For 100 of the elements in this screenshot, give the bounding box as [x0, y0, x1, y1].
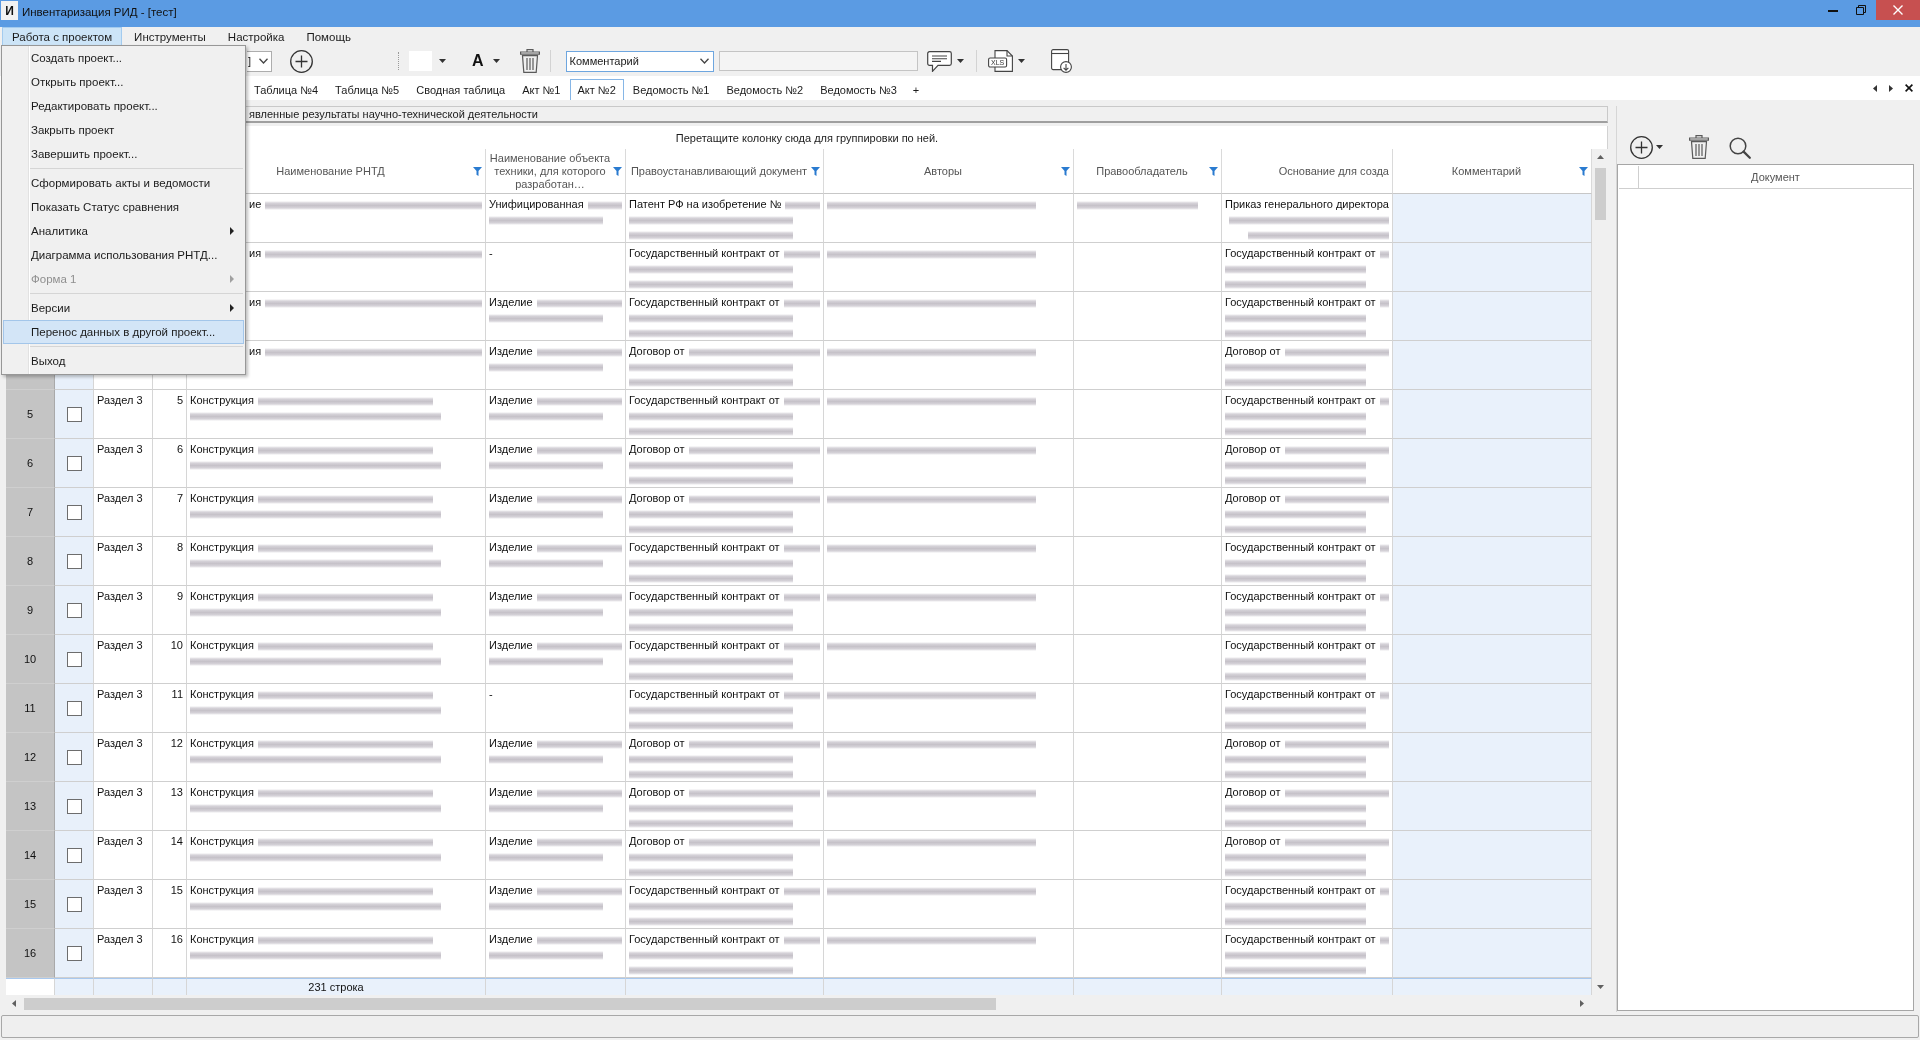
caret-icon[interactable]: [492, 59, 500, 63]
combo-box[interactable]: Комментарий: [565, 50, 714, 72]
checkbox[interactable]: [66, 945, 82, 961]
cell-text: Договор от: [629, 491, 685, 506]
cell-text: 7: [176, 491, 183, 506]
tab[interactable]: Таблица №5: [327, 79, 408, 100]
scroll-right-icon[interactable]: [1889, 84, 1893, 92]
menu-item[interactable]: Выход: [3, 349, 244, 373]
font-color-button[interactable]: A: [472, 52, 484, 70]
menu-item[interactable]: Аналитика: [3, 219, 244, 243]
tab[interactable]: Ведомость №2: [718, 79, 812, 100]
menu-item[interactable]: Перенос данных в другой проект...: [3, 320, 244, 344]
checkbox[interactable]: [66, 700, 82, 716]
row-number: 13: [23, 798, 37, 814]
checkbox[interactable]: [66, 749, 82, 765]
column-header[interactable]: Комментарий: [1451, 164, 1522, 178]
column-header[interactable]: Наименование РНТД: [276, 164, 385, 178]
menu-item[interactable]: Редактировать проект...: [3, 94, 244, 118]
scrollbar-thumb[interactable]: [24, 997, 996, 1010]
cell-text: Государственный контракт от: [629, 540, 780, 555]
filter-icon[interactable]: [1061, 166, 1070, 176]
cell-text: Раздел 3: [97, 638, 143, 653]
cell-text: 6: [176, 442, 183, 457]
close-icon[interactable]: [1905, 84, 1913, 92]
scroll-up-icon[interactable]: [1596, 155, 1604, 159]
scroll-left-icon[interactable]: [1873, 84, 1877, 92]
scroll-right-icon[interactable]: [1580, 1000, 1584, 1007]
tab[interactable]: Акт №2: [569, 79, 624, 100]
menu-item[interactable]: Закрыть проект: [3, 118, 244, 142]
blurred-text: [783, 296, 820, 309]
scroll-down-icon[interactable]: [1596, 985, 1604, 989]
cell-text: 13: [170, 785, 183, 800]
blurred-text: [783, 933, 820, 946]
cell-text: 16: [170, 932, 183, 947]
filter-icon[interactable]: [473, 166, 482, 176]
trash-icon[interactable]: [519, 49, 540, 73]
caret-icon[interactable]: [1017, 59, 1025, 63]
menu-item[interactable]: Завершить проект...: [3, 142, 244, 166]
filter-icon[interactable]: [1209, 166, 1218, 176]
plus-circle-icon[interactable]: [1630, 136, 1653, 159]
column-header[interactable]: Авторы: [924, 164, 962, 178]
column-header[interactable]: Наименование объекта техники, для которого разработан…: [489, 151, 611, 191]
filter-icon[interactable]: [1579, 166, 1588, 176]
chevron-down-icon: [259, 58, 268, 64]
blurred-text: [1379, 541, 1389, 554]
speech-bubble-icon[interactable]: [926, 50, 952, 72]
tab[interactable]: Таблица №4: [246, 79, 327, 100]
cell-text: Государственный контракт от: [1225, 589, 1376, 604]
blurred-text: [785, 198, 820, 211]
menu-item[interactable]: Сформировать акты и ведомости: [3, 171, 244, 195]
window-title: Инвентаризация РИД - [тест]: [22, 5, 177, 20]
cell-text: Государственный контракт от: [1225, 393, 1376, 408]
submenu-arrow-icon: [230, 275, 234, 283]
filter-icon[interactable]: [811, 166, 820, 176]
cell-text: Договор от: [629, 344, 685, 359]
restore-icon[interactable]: [1856, 5, 1866, 15]
tab[interactable]: Ведомость №3: [812, 79, 905, 100]
checkbox[interactable]: [66, 553, 82, 569]
caret-icon[interactable]: [1656, 145, 1663, 149]
menu-item[interactable]: Создать проект...: [3, 46, 244, 70]
combo-box[interactable]: ]: [247, 50, 272, 72]
cell-text: Государственный контракт от: [1225, 883, 1376, 898]
trash-icon[interactable]: [1689, 135, 1709, 159]
caret-icon[interactable]: [956, 59, 964, 63]
checkbox[interactable]: [66, 798, 82, 814]
menu-item[interactable]: Показать Статус сравнения: [3, 195, 244, 219]
checkbox[interactable]: [66, 455, 82, 471]
add-tab-button[interactable]: +: [905, 79, 927, 100]
cell-text: Изделие: [489, 393, 533, 408]
cell-text: ия: [249, 344, 262, 359]
group-hint: Перетащите колонку сюда для группировки по ней.: [675, 131, 939, 144]
checkbox[interactable]: [66, 504, 82, 520]
menu-item[interactable]: Диаграмма использования РНТД...: [3, 243, 244, 267]
blurred-text: [1379, 247, 1389, 260]
scrollbar-thumb[interactable]: [1594, 168, 1606, 220]
book-download-icon[interactable]: [1050, 49, 1072, 73]
app-icon: И: [1, 1, 18, 20]
caret-icon[interactable]: [439, 59, 446, 63]
column-header[interactable]: Документ: [1751, 171, 1800, 183]
menu-item[interactable]: Открыть проект...: [3, 70, 244, 94]
checkbox[interactable]: [66, 896, 82, 912]
blurred-text: [1379, 933, 1389, 946]
scroll-left-icon[interactable]: [12, 1000, 16, 1007]
cell-text: Изделие: [489, 442, 533, 457]
filter-icon[interactable]: [613, 166, 622, 176]
column-header[interactable]: Основание для созда: [1278, 164, 1389, 178]
tab[interactable]: Акт №1: [514, 79, 569, 100]
checkbox[interactable]: [66, 602, 82, 618]
cell-text: Конструкция: [190, 442, 254, 457]
checkbox[interactable]: [66, 406, 82, 422]
column-header[interactable]: Правоустанавливающий документ: [630, 164, 808, 178]
cell-text: Конструкция: [190, 736, 254, 751]
checkbox[interactable]: [66, 847, 82, 863]
column-header[interactable]: Правообладатель: [1096, 164, 1188, 178]
plus-circle-icon[interactable]: [290, 49, 313, 73]
tab[interactable]: Ведомость №1: [624, 79, 718, 100]
search-icon[interactable]: [1729, 137, 1751, 159]
menu-item[interactable]: Версии: [3, 296, 244, 320]
tab[interactable]: Сводная таблица: [408, 79, 514, 100]
checkbox[interactable]: [66, 651, 82, 667]
